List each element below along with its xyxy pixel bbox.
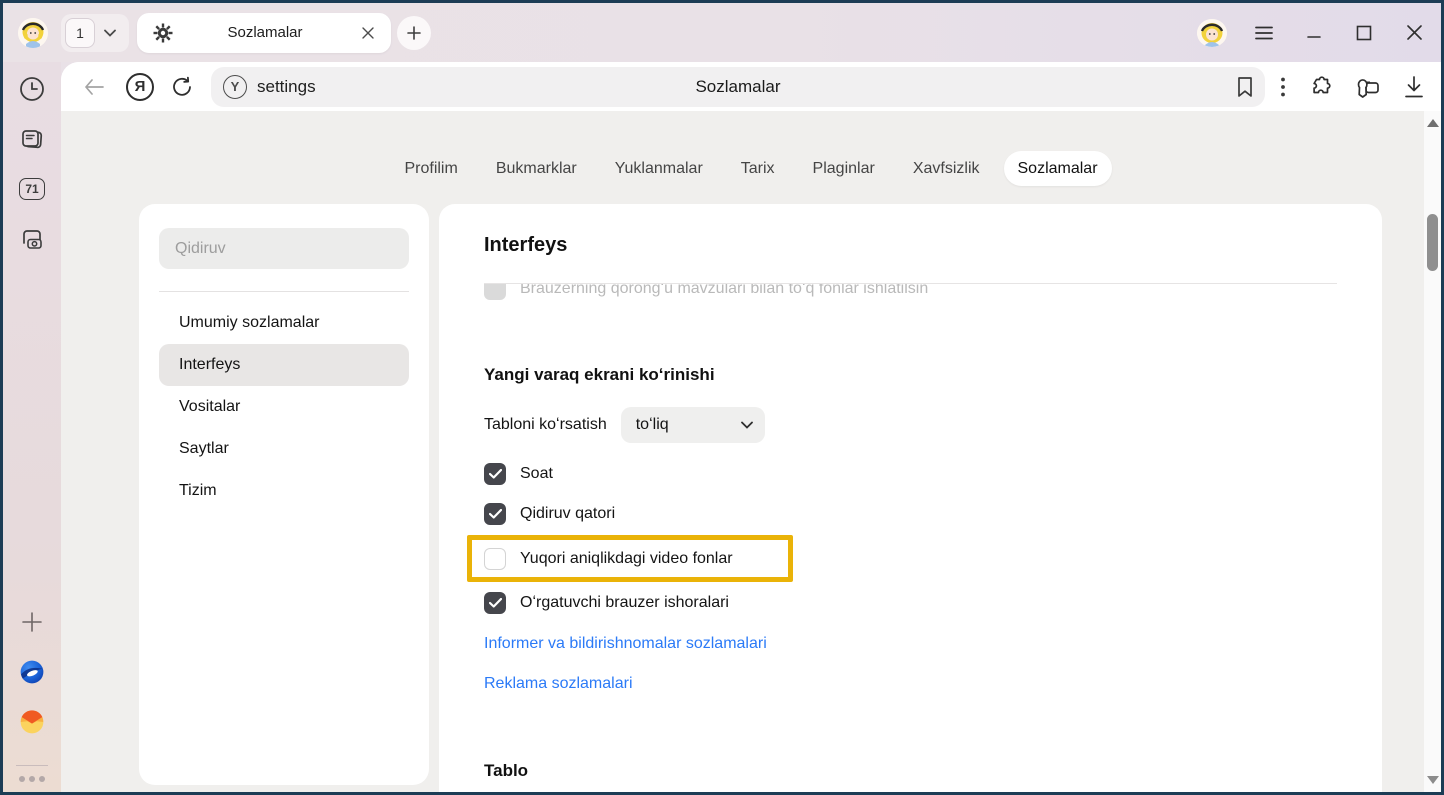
page-scrollbar[interactable] — [1424, 111, 1441, 792]
nav-tab-plaginlar[interactable]: Plaginlar — [799, 151, 889, 186]
tab-close-icon[interactable] — [357, 22, 379, 44]
toolbar-right-icons — [1281, 75, 1428, 99]
menu-item-umumiy-sozlamalar[interactable]: Umumiy sozlamalar — [159, 302, 409, 344]
option-label-soat: Soat — [520, 465, 553, 483]
settings-menu-card: Umumiy sozlamalar Interfeys Vositalar Sa… — [139, 204, 429, 785]
account-avatar[interactable] — [1197, 19, 1227, 47]
option-label-brauzer-ishoralari: Oʻrgatuvchi brauzer ishoralari — [520, 594, 729, 612]
address-bar-page-title: Sozlamalar — [211, 77, 1265, 97]
nav-tab-yuklanmalar[interactable]: Yuklanmalar — [601, 151, 717, 186]
add-panel-icon[interactable] — [19, 609, 45, 635]
rail-divider — [16, 765, 48, 766]
download-icon[interactable] — [1404, 76, 1424, 98]
menu-item-vositalar[interactable]: Vositalar — [159, 386, 409, 428]
more-dots-icon[interactable] — [19, 776, 45, 782]
scrollbar-up-arrow-icon[interactable] — [1427, 119, 1439, 127]
chevron-down-icon — [741, 421, 753, 429]
nav-tab-xavfsizlik[interactable]: Xavfsizlik — [899, 151, 994, 186]
notes-icon[interactable] — [19, 126, 45, 152]
passwords-icon[interactable] — [1355, 75, 1381, 99]
link-informer-settings[interactable]: Informer va bildirishnomalar sozlamalari — [484, 624, 1337, 664]
url-text[interactable]: settings — [257, 77, 316, 97]
select-value: toʻliq — [636, 416, 741, 434]
back-icon[interactable] — [77, 70, 111, 104]
nav-tab-bukmarklar[interactable]: Bukmarklar — [482, 151, 591, 186]
page-title: Interfeys — [484, 234, 1337, 257]
menu-item-tizim[interactable]: Tizim — [159, 470, 409, 512]
nav-tab-profilim[interactable]: Profilim — [390, 151, 471, 186]
browser-tab-sozlamalar[interactable]: Sozlamalar — [137, 13, 391, 53]
kebab-menu-icon[interactable] — [1281, 77, 1285, 97]
scrollbar-thumb[interactable] — [1427, 214, 1438, 271]
profile-avatar[interactable] — [18, 18, 48, 48]
section-heading-tablo: Tablo — [484, 761, 1337, 781]
settings-page-badge-icon: Y — [223, 75, 247, 99]
tablo-display-row: Tabloni koʻrsatish toʻliq — [484, 407, 1337, 443]
yandex-mail-logo[interactable] — [19, 709, 45, 735]
nav-tab-tarix[interactable]: Tarix — [727, 151, 789, 186]
settings-search[interactable] — [159, 228, 409, 269]
settings-search-input[interactable] — [175, 240, 393, 258]
minimize-icon[interactable] — [1301, 20, 1327, 46]
tab-group-pill[interactable]: 1 — [61, 14, 129, 52]
scrollbar-down-arrow-icon[interactable] — [1427, 776, 1439, 784]
option-row-brauzer-ishoralari: Oʻrgatuvchi brauzer ishoralari — [484, 583, 1337, 623]
section-heading-new-tab: Yangi varaq ekrani koʻrinishi — [484, 365, 1337, 385]
maximize-icon[interactable] — [1351, 20, 1377, 46]
yandex-browser-logo[interactable] — [19, 659, 45, 685]
option-label: Brauzerning qorongʻu mavzulari bilan toʻ… — [520, 284, 928, 298]
refresh-icon[interactable] — [165, 70, 199, 104]
menu-item-saytlar[interactable]: Saytlar — [159, 428, 409, 470]
titlebar-right-controls — [1197, 19, 1427, 47]
option-row-qidiruv-qatori: Qidiruv qatori — [484, 494, 1337, 534]
settings-page: Profilim Bukmarklar Yuklanmalar Tarix Pl… — [61, 111, 1441, 792]
main-column: Я Y settings Sozlamalar — [61, 62, 1441, 792]
tab-group-count[interactable]: 1 — [65, 18, 95, 48]
highlight-box: Yuqori aniqlikdagi video fonlar — [467, 535, 793, 582]
extensions-puzzle-icon[interactable] — [1308, 75, 1332, 99]
checkbox-brauzer-ishoralari[interactable] — [484, 592, 506, 614]
yandex-search-button[interactable]: Я — [123, 70, 157, 104]
option-row-video-fonlar: Yuqori aniqlikdagi video fonlar — [484, 540, 778, 577]
new-tab-button[interactable] — [397, 16, 431, 50]
titlebar: 1 — [3, 3, 1441, 62]
history-clock-icon[interactable] — [19, 76, 45, 102]
address-bar[interactable]: Y settings Sozlamalar — [211, 67, 1265, 107]
bookmark-icon[interactable] — [1235, 76, 1255, 98]
interfeys-settings-card: Interfeys Brauzerning qorongʻu mavzulari… — [439, 204, 1382, 792]
side-rail: 71 — [3, 62, 61, 792]
tab-counter[interactable]: 71 — [19, 176, 45, 202]
checkbox-video-fonlar[interactable] — [484, 548, 506, 570]
clipped-option-row: Brauzerning qorongʻu mavzulari bilan toʻ… — [484, 284, 1337, 309]
checkbox-qidiruv-qatori[interactable] — [484, 503, 506, 525]
tab-title: Sozlamalar — [173, 24, 357, 41]
gear-favicon-icon — [153, 23, 173, 43]
tablo-display-label: Tabloni koʻrsatish — [484, 416, 607, 434]
link-reklama-settings[interactable]: Reklama sozlamalari — [484, 664, 1337, 704]
browser-window: 1 — [0, 0, 1444, 795]
tablo-display-select[interactable]: toʻliq — [621, 407, 765, 443]
close-icon[interactable] — [1401, 20, 1427, 46]
avatar-girl-icon — [18, 18, 48, 48]
chevron-down-icon[interactable] — [95, 18, 125, 48]
option-label-qidiruv-qatori: Qidiruv qatori — [520, 505, 615, 523]
hamburger-menu-icon[interactable] — [1251, 20, 1277, 46]
screenshot-icon[interactable] — [19, 226, 45, 252]
menu-divider — [159, 291, 409, 292]
toolbar: Я Y settings Sozlamalar — [61, 62, 1441, 111]
settings-nav-tabs: Profilim Bukmarklar Yuklanmalar Tarix Pl… — [61, 111, 1441, 186]
checkbox-soat[interactable] — [484, 463, 506, 485]
menu-item-interfeys[interactable]: Interfeys — [159, 344, 409, 386]
nav-tab-sozlamalar[interactable]: Sozlamalar — [1004, 151, 1112, 186]
option-label-video-fonlar: Yuqori aniqlikdagi video fonlar — [520, 550, 733, 568]
option-row-soat: Soat — [484, 454, 1337, 494]
checkbox-dark-theme[interactable] — [484, 284, 506, 300]
